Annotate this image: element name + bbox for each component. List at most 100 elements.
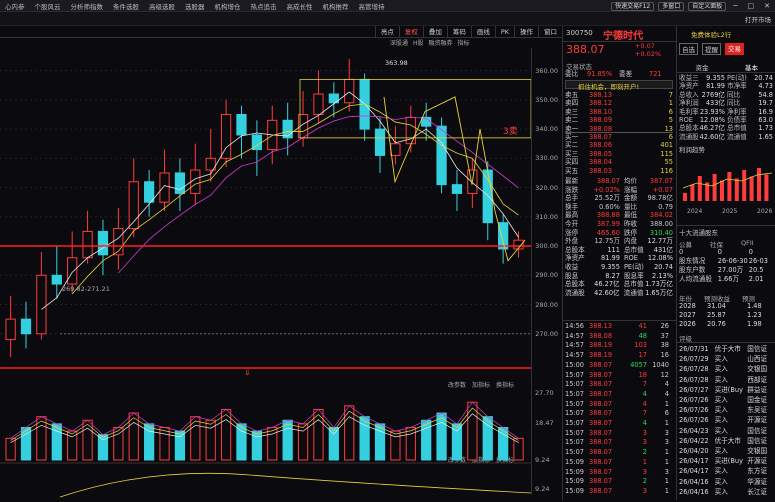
rating-date: 26/07/31	[679, 345, 709, 353]
stats-row: 最新 388.07 均价 387.07	[565, 177, 673, 185]
order-book-row[interactable]: 买五 388.03 116	[565, 167, 673, 175]
fund-label: 市净率	[727, 82, 747, 91]
order-book-row[interactable]: 卖二 388.09 5	[565, 116, 673, 124]
topbar-item-6[interactable]: 机构增仓	[210, 1, 246, 11]
rating-row[interactable]: 26/07/26 买入 开源证	[679, 416, 773, 424]
topbar-fast-trade-button[interactable]: 快速交易F12	[611, 1, 655, 11]
tick-row: 15:07 388.07 7 4	[565, 380, 673, 388]
maximize-icon[interactable]: □	[745, 2, 758, 10]
chart-tool-2[interactable]: 叠加	[422, 25, 447, 38]
topbar-item-1[interactable]: 个股风云	[30, 1, 66, 11]
rating-row[interactable]: 26/07/26 买入 国金证	[679, 396, 773, 404]
promo-text: 抓住机会，即刻开户!	[578, 83, 640, 91]
rating-source: 华源证	[747, 477, 768, 486]
stats-label: 收益	[565, 263, 579, 271]
topbar-item-10[interactable]: 高管增持	[354, 1, 390, 11]
tick-row: 15:00 388.07 4057 1040	[565, 361, 673, 369]
price-axis-label: 280.00	[535, 300, 558, 309]
sub-tool-3[interactable]: 指标	[458, 38, 470, 48]
macd-line	[59, 472, 532, 498]
topbar-item-4[interactable]: 高级选股	[144, 1, 180, 11]
rating-date: 26/07/26	[679, 416, 709, 425]
promo-banner[interactable]: 抓住机会，即刻开户!	[565, 80, 673, 91]
sub-tool-0[interactable]: 深股通	[390, 38, 408, 48]
rating-row[interactable]: 26/04/16 买入 长江证	[679, 488, 773, 496]
topbar-item-0[interactable]: 心内参	[0, 1, 30, 11]
rating-row[interactable]: 26/04/20 买入 交银国	[679, 447, 773, 455]
chart-tool-4[interactable]: 画线	[470, 25, 495, 38]
topbar-item-8[interactable]: 高成长性	[282, 1, 318, 11]
tick-time: 14:56	[565, 322, 585, 330]
rating-date: 26/07/27	[679, 385, 709, 394]
stats-label: 跌停	[623, 228, 638, 237]
high-label: 363.98	[385, 59, 408, 67]
rating-source: 国信证	[747, 345, 768, 353]
candlestick-chart[interactable]	[0, 48, 532, 375]
tab-watch[interactable]: 自选	[679, 43, 698, 55]
volume-chart[interactable]	[0, 385, 532, 500]
tick-volume: 103	[634, 341, 647, 350]
main-chart[interactable]	[0, 48, 532, 375]
rating-row[interactable]: 26/04/16 买入 华源证	[679, 478, 773, 486]
stats-label: 总股本	[565, 245, 585, 254]
rating-source: 国信证	[747, 436, 768, 445]
tick-volume: 18	[638, 370, 647, 379]
rating-row[interactable]: 26/07/28 买入 西部证	[679, 376, 773, 384]
rating-row[interactable]: 26/07/29 买入 山西证	[679, 355, 773, 363]
tick-volume: 4	[642, 399, 647, 408]
topbar-item-5[interactable]: 选股器	[180, 1, 210, 11]
sub-tool-1[interactable]: H股	[413, 38, 424, 48]
minimize-icon[interactable]: ─	[730, 2, 740, 10]
topbar-item-2[interactable]: 分析师指数	[66, 1, 109, 11]
topbar-item-7[interactable]: 热点追击	[246, 1, 282, 11]
topbar-custom-panel-button[interactable]: 自定义面板	[688, 1, 727, 11]
order-book-row[interactable]: 买二 388.06 401	[565, 141, 673, 149]
order-book-row[interactable]: 买四 388.04 55	[565, 158, 673, 166]
fund-value: 16.9	[758, 107, 773, 116]
rating-row[interactable]: 26/04/17 买入 东方证	[679, 467, 773, 475]
rating-row[interactable]: 26/07/26 买入 东吴证	[679, 406, 773, 414]
topbar-item-3[interactable]: 条件选股	[108, 1, 144, 11]
order-book-row[interactable]: 卖四 388.12 1	[565, 99, 673, 107]
rating-row[interactable]: 26/07/27 买进(Buy 群益证	[679, 386, 773, 394]
tick-row: 14:57 388.19 103 38	[565, 341, 673, 349]
chart-tool-3[interactable]: 筹码	[446, 25, 471, 38]
free-l2[interactable]: 免费体验L2行	[691, 29, 731, 39]
chart-tool-5[interactable]: PK	[494, 25, 514, 38]
tab-remind[interactable]: 提醒	[702, 43, 721, 55]
rating-row[interactable]: 26/07/31 优于大市 国信证	[679, 345, 773, 353]
order-book-row[interactable]: 买三 388.05 115	[565, 150, 673, 158]
tab-fund[interactable]: 资金	[677, 62, 727, 72]
order-book-row[interactable]: 卖三 388.10 6	[565, 108, 673, 116]
order-book-row[interactable]: 买一 388.07 6	[565, 133, 673, 141]
topbar-item-9[interactable]: 机构推荐	[318, 1, 354, 11]
fund-value: 2769亿	[701, 90, 725, 99]
candle-body	[498, 222, 509, 250]
order-book-label: 卖三	[565, 107, 579, 116]
order-book-row[interactable]: 卖五 388.13 7	[565, 91, 673, 99]
chart-tool-7[interactable]: 窗口	[538, 25, 562, 38]
stats-value: +0.07	[652, 185, 673, 194]
rating-row[interactable]: 26/04/23 买入 国信证	[679, 427, 773, 435]
order-book-volume: 6	[668, 107, 673, 116]
topbar-multi-window-button[interactable]: 多窗口	[658, 1, 685, 11]
stats-value: 12.75万	[594, 237, 620, 246]
close-icon[interactable]: ✕	[761, 2, 773, 10]
chart-tool-1[interactable]: 复权	[398, 25, 423, 38]
rating-value: 买入	[714, 416, 728, 425]
tab-basic[interactable]: 基本	[727, 62, 775, 72]
ma-line	[41, 91, 519, 310]
rating-row[interactable]: 26/04/22 优于大市 国信证	[679, 437, 773, 445]
stats-label: 换手	[565, 202, 579, 211]
tick-count: 4	[664, 380, 669, 389]
open-market[interactable]: 打开市场	[745, 14, 771, 24]
tick-time: 14:57	[565, 331, 585, 340]
chart-tool-6[interactable]: 操作	[514, 25, 538, 38]
sub-tool-2[interactable]: 融资融券	[429, 38, 453, 48]
rating-row[interactable]: 26/04/17 买进(Buy 开源证	[679, 457, 773, 465]
tick-price: 388.07	[589, 467, 613, 476]
order-book-row[interactable]: 卖一 388.08 13	[565, 125, 673, 133]
rating-row[interactable]: 26/07/28 买入 交银国	[679, 365, 773, 373]
tab-trade[interactable]: 交易	[725, 43, 744, 55]
chart-tool-0[interactable]: 亮点	[374, 25, 399, 38]
